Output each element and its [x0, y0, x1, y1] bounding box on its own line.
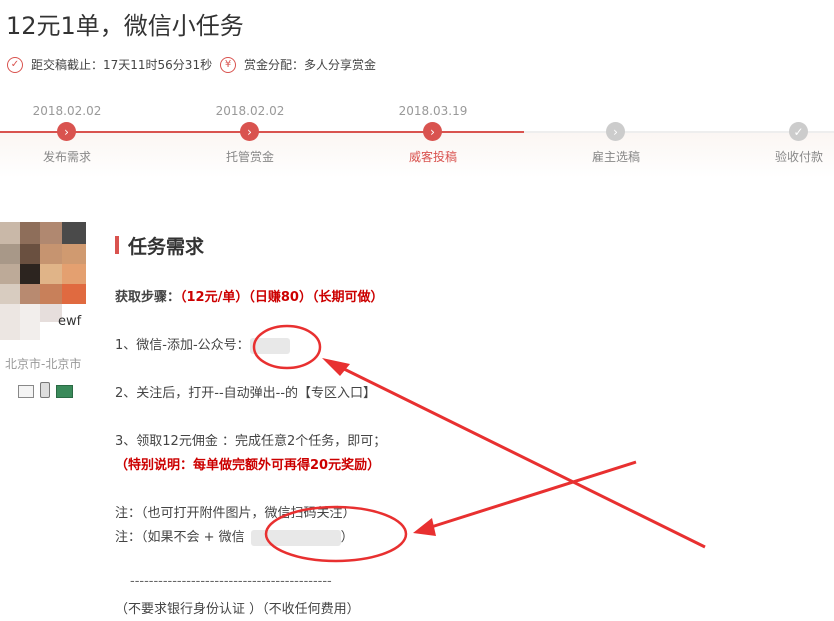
annotation-ellipse-account	[252, 324, 322, 370]
annotation-arrowhead-2	[413, 518, 436, 536]
annotation-arrowhead-1	[322, 358, 350, 376]
annotation-arrow-shaft-2	[427, 460, 637, 530]
annotation-ellipse-wechat	[264, 505, 408, 563]
annotation-arrow-shaft-1	[337, 364, 706, 549]
annotation-overlay	[252, 324, 706, 563]
